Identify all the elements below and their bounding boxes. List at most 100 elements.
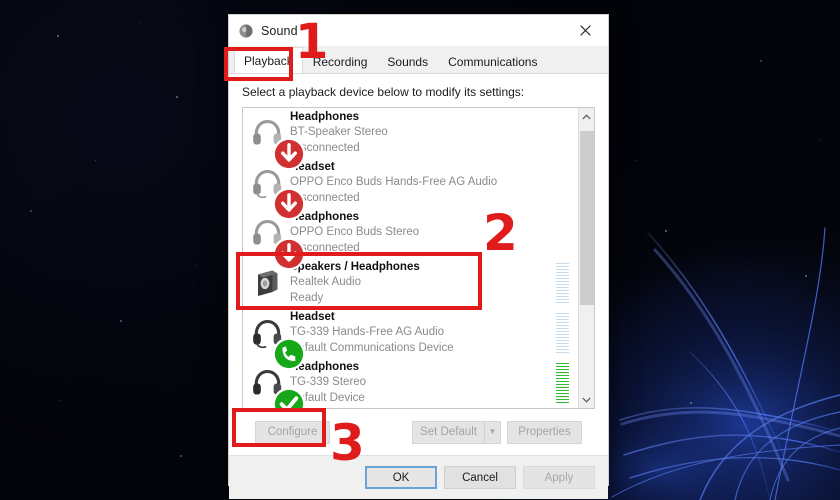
device-action-row: Configure Set Default ▼ Properties: [242, 409, 595, 455]
volume-meter: [556, 213, 569, 253]
ok-button-label: OK: [392, 471, 410, 484]
speaker-box-icon: [250, 266, 284, 300]
meter-segment: [556, 380, 569, 383]
tab-playback[interactable]: Playback: [234, 47, 303, 73]
meter-segment: [556, 312, 569, 315]
annotation-number-1: 1: [295, 14, 329, 70]
close-icon[interactable]: [563, 15, 608, 46]
meter-segment: [556, 283, 569, 286]
meter-segment: [556, 274, 569, 277]
cancel-button[interactable]: Cancel: [444, 466, 516, 489]
annotation-number-3: 3: [330, 414, 365, 472]
properties-button-label: Properties: [518, 426, 571, 438]
device-info: Headset OPPO Enco Buds Hands-Free AG Audi…: [290, 160, 556, 206]
headset-icon: [250, 316, 306, 371]
device-info: Headphones TG-339 Stereo Default Device: [290, 360, 556, 406]
meter-segment: [556, 374, 569, 377]
meter-segment: [556, 386, 569, 389]
meter-segment: [556, 377, 569, 380]
device-list-item[interactable]: Headphones BT-Speaker Stereo Disconnected: [243, 108, 578, 171]
configure-button-label: Configure: [267, 426, 318, 438]
meter-segment: [556, 324, 569, 327]
meter-segment: [556, 268, 569, 271]
volume-meter: [556, 163, 569, 203]
volume-meter: [556, 362, 569, 403]
device-name: Headset: [290, 161, 335, 174]
device-status: Ready: [290, 291, 324, 304]
device-driver: BT-Speaker Stereo: [290, 126, 388, 139]
tab-strip: Playback Recording Sounds Communications: [229, 46, 608, 74]
device-name: Speakers / Headphones: [290, 261, 420, 274]
headphones-icon: [250, 366, 306, 408]
device-driver: TG-339 Stereo: [290, 376, 367, 389]
meter-segment: [556, 345, 569, 348]
meter-segment: [556, 336, 569, 339]
scroll-up-icon[interactable]: [579, 108, 595, 125]
meter-segment: [556, 368, 569, 371]
properties-button[interactable]: Properties: [507, 420, 582, 444]
device-name: Headphones: [290, 361, 360, 374]
set-default-button-label: Set Default: [420, 426, 477, 438]
meter-segment: [556, 365, 569, 368]
device-list-scrollbar[interactable]: [578, 108, 594, 408]
tab-sounds[interactable]: Sounds: [377, 49, 439, 73]
meter-segment: [556, 321, 569, 324]
device-list-item[interactable]: Headset TG-339 Hands-Free AG Audio Default…: [243, 308, 578, 371]
device-driver: TG-339 Hands-Free AG Audio: [290, 326, 445, 339]
meter-segment: [556, 262, 569, 265]
instruction-text: Select a playback device below to modify…: [242, 85, 525, 99]
meter-segment: [556, 395, 569, 398]
annotation-number-2: 2: [483, 204, 518, 262]
meter-segment: [556, 383, 569, 386]
meter-segment: [556, 398, 569, 401]
apply-button[interactable]: Apply: [523, 466, 595, 489]
meter-segment: [556, 295, 569, 298]
meter-segment: [556, 348, 569, 351]
meter-segment: [556, 362, 569, 365]
tab-playback-label: Playback: [244, 53, 293, 68]
meter-segment: [556, 401, 569, 403]
meter-segment: [556, 392, 569, 395]
headphones-icon: [250, 116, 306, 171]
ok-button[interactable]: OK: [365, 466, 437, 489]
set-default-button[interactable]: Set Default: [412, 420, 484, 444]
title-bar: Sound: [229, 15, 608, 46]
meter-segment: [556, 351, 569, 353]
scrollbar-track[interactable]: [579, 125, 595, 391]
meter-segment: [556, 327, 569, 330]
meter-segment: [556, 301, 569, 303]
cancel-button-label: Cancel: [462, 471, 498, 484]
tab-sounds-label: Sounds: [387, 54, 429, 69]
volume-meter: [556, 113, 569, 153]
dialog-footer: OK Cancel Apply: [229, 455, 608, 499]
device-driver: OPPO Enco Buds Hands-Free AG Audio: [290, 176, 498, 189]
volume-meter: [556, 312, 569, 353]
scrollbar-thumb[interactable]: [579, 131, 594, 305]
device-info: Headphones BT-Speaker Stereo Disconnected: [290, 110, 556, 156]
tab-communications[interactable]: Communications: [438, 49, 548, 73]
device-status: Default Device: [290, 391, 365, 404]
set-default-dropdown-button[interactable]: ▼: [484, 420, 501, 444]
playback-tab-panel: Select a playback device below to modify…: [229, 74, 608, 455]
meter-segment: [556, 389, 569, 392]
meter-segment: [556, 298, 569, 301]
window-title: Sound: [261, 23, 298, 38]
playback-device-list[interactable]: Headphones BT-Speaker Stereo Disconnected H…: [243, 108, 578, 408]
meter-segment: [556, 265, 569, 268]
device-name: Headphones: [290, 111, 360, 124]
meter-segment: [556, 289, 569, 292]
headphones-icon: [250, 216, 306, 271]
scroll-down-icon[interactable]: [579, 391, 595, 408]
meter-segment: [556, 271, 569, 274]
configure-button[interactable]: Configure: [255, 420, 330, 444]
set-default-split-button[interactable]: Set Default ▼: [412, 420, 501, 444]
device-status: Disconnected: [290, 141, 360, 154]
meter-segment: [556, 339, 569, 342]
device-status: Default Communications Device: [290, 341, 454, 354]
tab-communications-label: Communications: [448, 54, 538, 69]
meter-segment: [556, 342, 569, 345]
sound-speaker-icon: [238, 23, 254, 39]
device-name: Headset: [290, 311, 335, 324]
sound-dialog-window: Sound Playback Recording Sounds Communic…: [228, 14, 609, 499]
device-list-container: Headphones BT-Speaker Stereo Disconnected H…: [242, 107, 595, 409]
